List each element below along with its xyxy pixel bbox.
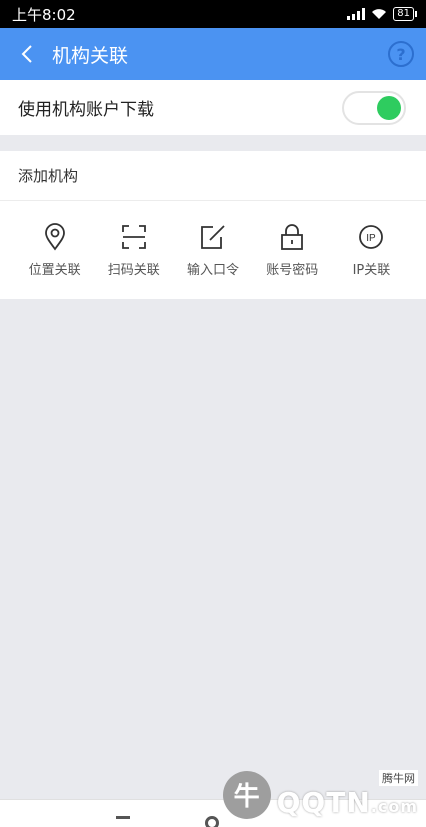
nav-menu-icon[interactable]: [116, 816, 130, 827]
wifi-icon: [372, 9, 387, 19]
institution-download-switch[interactable]: [342, 90, 406, 125]
association-methods: 位置关联 扫码关联 输入口令 账号密码 IP IP关联: [0, 201, 426, 299]
ip-icon: IP: [359, 224, 384, 249]
method-label: 位置关联: [28, 262, 81, 278]
battery-icon: 81: [393, 7, 417, 21]
watermark-big-text: QQTN.com: [276, 786, 418, 819]
method-location[interactable]: 位置关联: [15, 222, 94, 278]
signal-icon: [347, 8, 366, 20]
svg-text:IP: IP: [367, 233, 377, 244]
app-bar: 机构关联 ?: [0, 28, 426, 80]
method-ip[interactable]: IP IP关联: [332, 223, 411, 278]
method-label: 扫码关联: [107, 262, 160, 278]
back-button[interactable]: [12, 34, 42, 74]
method-account[interactable]: 账号密码: [253, 223, 332, 278]
add-institution-title: 添加机构: [0, 151, 426, 201]
help-circle-icon: ?: [396, 44, 406, 64]
scan-icon: [121, 224, 146, 249]
watermark: 牛 腾牛网 QQTN.com: [222, 770, 418, 819]
status-time: 上午8:02: [12, 5, 76, 24]
method-label: 输入口令: [187, 262, 240, 278]
help-button[interactable]: ?: [388, 41, 414, 67]
watermark-logo-icon: 牛: [222, 770, 271, 819]
institution-download-row: 使用机构账户下载: [0, 80, 426, 135]
lock-icon: [281, 223, 304, 250]
add-institution-section: 添加机构 位置关联 扫码关联 输入口令 账号密码 IP IP关联: [0, 151, 426, 299]
watermark-small-text: 腾牛网: [379, 770, 418, 786]
nav-home-icon[interactable]: [205, 816, 219, 827]
method-passcode[interactable]: 输入口令: [173, 223, 252, 278]
page-title: 机构关联: [52, 44, 129, 67]
method-label: 账号密码: [266, 262, 319, 278]
method-label: IP关联: [352, 262, 391, 278]
edit-icon: [201, 224, 225, 249]
location-pin-icon: [44, 222, 65, 251]
status-bar: 上午8:02 81: [0, 0, 426, 28]
method-scan[interactable]: 扫码关联: [94, 223, 173, 278]
status-icons: 81: [347, 7, 417, 21]
institution-download-label: 使用机构账户下载: [18, 100, 154, 120]
switch-knob: [377, 95, 401, 120]
chevron-left-icon: [21, 45, 32, 63]
